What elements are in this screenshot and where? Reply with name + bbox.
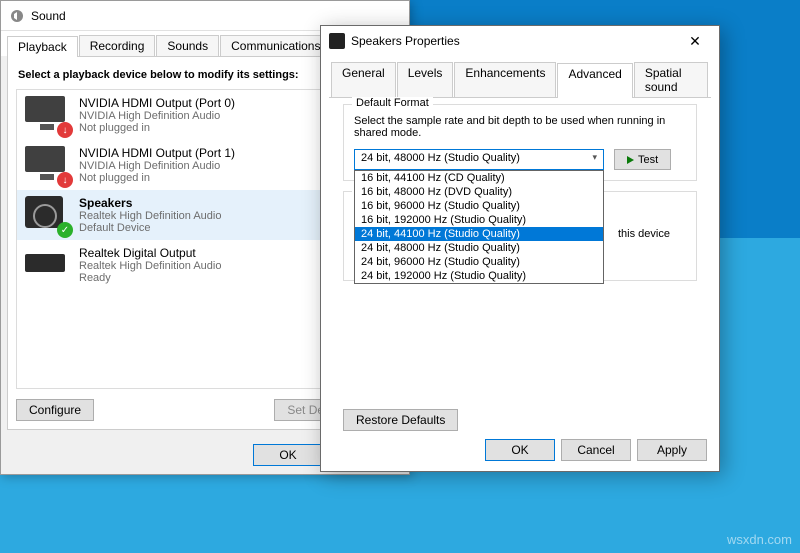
monitor-icon: ↓: [25, 96, 69, 134]
tab-spatial-sound[interactable]: Spatial sound: [634, 62, 708, 97]
default-format-legend: Default Format: [352, 97, 433, 109]
digital-output-icon: [25, 246, 69, 284]
format-option[interactable]: 16 bit, 96000 Hz (Studio Quality): [355, 199, 603, 213]
device-name: NVIDIA HDMI Output (Port 1): [79, 146, 235, 160]
default-format-group: Default Format Select the sample rate an…: [343, 104, 697, 181]
exclusive-text-fragment: this device: [618, 228, 670, 240]
device-status: Not plugged in: [79, 122, 235, 134]
sound-ok-button[interactable]: OK: [253, 444, 323, 466]
tab-recording[interactable]: Recording: [79, 35, 156, 56]
default-badge-icon: ✓: [57, 222, 73, 238]
prop-ok-button[interactable]: OK: [485, 439, 555, 461]
default-format-info: Select the sample rate and bit depth to …: [354, 115, 686, 139]
prop-tabs: General Levels Enhancements Advanced Spa…: [321, 56, 719, 97]
sound-title-icon: [9, 8, 25, 24]
tab-playback[interactable]: Playback: [7, 36, 78, 57]
unplugged-badge-icon: ↓: [57, 122, 73, 138]
device-name: NVIDIA HDMI Output (Port 0): [79, 96, 235, 110]
device-driver: NVIDIA High Definition Audio: [79, 160, 235, 172]
device-name: Realtek Digital Output: [79, 246, 221, 260]
prop-cancel-button[interactable]: Cancel: [561, 439, 631, 461]
tab-sounds[interactable]: Sounds: [156, 35, 219, 56]
prop-titlebar[interactable]: Speakers Properties ✕: [321, 26, 719, 56]
device-status: Not plugged in: [79, 172, 235, 184]
format-option[interactable]: 24 bit, 48000 Hz (Studio Quality): [355, 241, 603, 255]
prop-apply-button[interactable]: Apply: [637, 439, 707, 461]
format-option[interactable]: 24 bit, 96000 Hz (Studio Quality): [355, 255, 603, 269]
tab-general[interactable]: General: [331, 62, 396, 97]
tab-advanced[interactable]: Advanced: [557, 63, 632, 98]
format-dropdown-list[interactable]: 16 bit, 44100 Hz (CD Quality) 16 bit, 48…: [354, 170, 604, 284]
device-driver: NVIDIA High Definition Audio: [79, 110, 235, 122]
tab-levels[interactable]: Levels: [397, 62, 454, 97]
close-button[interactable]: ✕: [675, 30, 715, 52]
speakers-properties-window: Speakers Properties ✕ General Levels Enh…: [320, 25, 720, 472]
format-option[interactable]: 24 bit, 192000 Hz (Studio Quality): [355, 269, 603, 283]
format-option[interactable]: 16 bit, 192000 Hz (Studio Quality): [355, 213, 603, 227]
tab-enhancements[interactable]: Enhancements: [454, 62, 556, 97]
device-name: Speakers: [79, 196, 221, 210]
restore-defaults-button[interactable]: Restore Defaults: [343, 409, 458, 431]
watermark-text: wsxdn.com: [727, 532, 792, 547]
test-button[interactable]: Test: [614, 149, 671, 170]
tab-communications[interactable]: Communications: [220, 35, 331, 56]
format-option[interactable]: 16 bit, 48000 Hz (DVD Quality): [355, 185, 603, 199]
device-status: Default Device: [79, 222, 221, 234]
sound-title-text: Sound: [31, 9, 66, 23]
device-driver: Realtek High Definition Audio: [79, 210, 221, 222]
unplugged-badge-icon: ↓: [57, 172, 73, 188]
prop-title-text: Speakers Properties: [351, 34, 460, 48]
configure-button[interactable]: Configure: [16, 399, 94, 421]
format-option[interactable]: 16 bit, 44100 Hz (CD Quality): [355, 171, 603, 185]
format-option-highlighted[interactable]: 24 bit, 44100 Hz (Studio Quality): [355, 227, 603, 241]
play-icon: [627, 156, 634, 164]
format-combobox[interactable]: 24 bit, 48000 Hz (Studio Quality): [354, 149, 604, 170]
monitor-icon: ↓: [25, 146, 69, 184]
device-driver: Realtek High Definition Audio: [79, 260, 221, 272]
speaker-icon: ✓: [25, 196, 69, 234]
test-button-label: Test: [638, 154, 658, 166]
speakers-title-icon: [329, 33, 345, 49]
device-status: Ready: [79, 272, 221, 284]
